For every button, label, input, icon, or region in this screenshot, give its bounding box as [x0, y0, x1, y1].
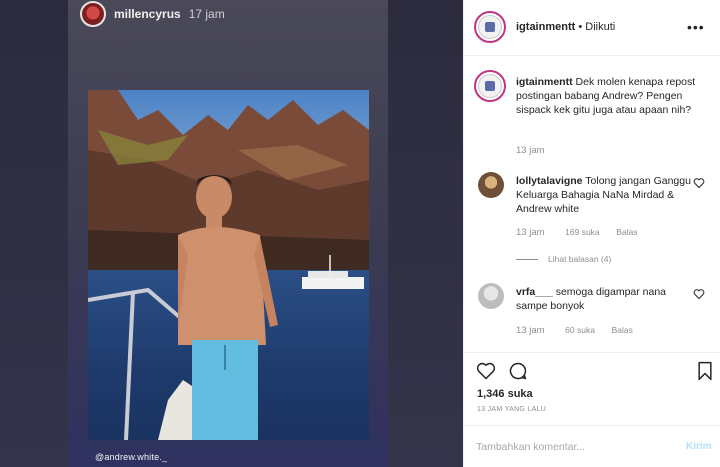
comment-time[interactable]: 13 jam: [516, 325, 545, 336]
photo-person: [178, 175, 278, 440]
add-comment-bar: Kirim: [464, 425, 720, 467]
comments-panel: igtainmentt • Diikuti ••• igtainmentt De…: [463, 0, 720, 467]
story-photo: [88, 90, 369, 440]
story-time: 17 jam: [188, 7, 225, 21]
comment-reply-button[interactable]: Balas: [616, 227, 637, 237]
comments-list[interactable]: igtainmentt Dek molen kenapa repost post…: [464, 57, 720, 352]
comment-icon[interactable]: [508, 361, 528, 381]
comment-like-icon[interactable]: [693, 288, 705, 300]
comment-likes[interactable]: 60 suka: [565, 325, 595, 335]
view-replies-label[interactable]: Lihat balasan (4): [548, 254, 611, 264]
comment-like-icon[interactable]: [693, 177, 705, 189]
caption-username[interactable]: igtainmentt: [516, 76, 573, 88]
post-time[interactable]: 13 JAM YANG LALU: [477, 406, 546, 413]
post-actions: 1,346 suka 13 JAM YANG LALU: [464, 352, 720, 424]
comment-username[interactable]: lollytalavigne: [516, 175, 583, 187]
likes-count[interactable]: 1,346 suka: [477, 388, 533, 400]
bookmark-icon[interactable]: [695, 361, 715, 381]
comment-reply-button[interactable]: Balas: [612, 325, 633, 335]
replies-divider: [516, 258, 538, 260]
comment-username[interactable]: vrfa___: [516, 286, 553, 298]
comment-meta: 13 jam 169 suka Balas: [516, 227, 638, 238]
comment-avatar[interactable]: [478, 172, 504, 198]
more-icon[interactable]: •••: [687, 19, 705, 35]
comment-time[interactable]: 13 jam: [516, 227, 545, 238]
comment-likes[interactable]: 169 suka: [565, 227, 600, 237]
view-replies-button[interactable]: Lihat balasan (4): [516, 254, 611, 264]
heart-icon[interactable]: [476, 361, 496, 381]
post-media[interactable]: millencyrus 17 jam @andrew.white._: [0, 0, 463, 467]
author-username[interactable]: igtainmentt: [516, 21, 575, 33]
media-backdrop-right: [388, 0, 463, 467]
comment-avatar[interactable]: [478, 283, 504, 309]
comment-item: vrfa___ semoga digampar nana sampe bonyo…: [516, 285, 691, 313]
caption-time[interactable]: 13 jam: [516, 145, 545, 156]
comment-item: lollytalavigne Tolong jangan Ganggu Kelu…: [516, 174, 691, 216]
story-credit: @andrew.white._: [95, 452, 168, 462]
author-line: igtainmentt • Diikuti: [516, 21, 615, 33]
media-backdrop-left: [0, 0, 68, 467]
caption-avatar[interactable]: [474, 70, 506, 102]
follow-status[interactable]: Diikuti: [585, 21, 615, 33]
comment-input[interactable]: [476, 438, 671, 456]
comment-meta: 13 jam 60 suka Balas: [516, 325, 633, 336]
caption: igtainmentt Dek molen kenapa repost post…: [516, 75, 716, 117]
author-avatar[interactable]: [474, 11, 506, 43]
caption-meta: 13 jam: [516, 145, 563, 156]
story-header: millencyrus 17 jam: [80, 1, 225, 27]
story-username: millencyrus: [114, 7, 181, 21]
story-avatar: [80, 1, 106, 27]
header-separator: •: [575, 21, 586, 33]
instagram-post-view: millencyrus 17 jam @andrew.white._ igtai…: [0, 0, 720, 467]
post-header: igtainmentt • Diikuti •••: [464, 0, 720, 56]
post-comment-button[interactable]: Kirim: [686, 441, 712, 452]
